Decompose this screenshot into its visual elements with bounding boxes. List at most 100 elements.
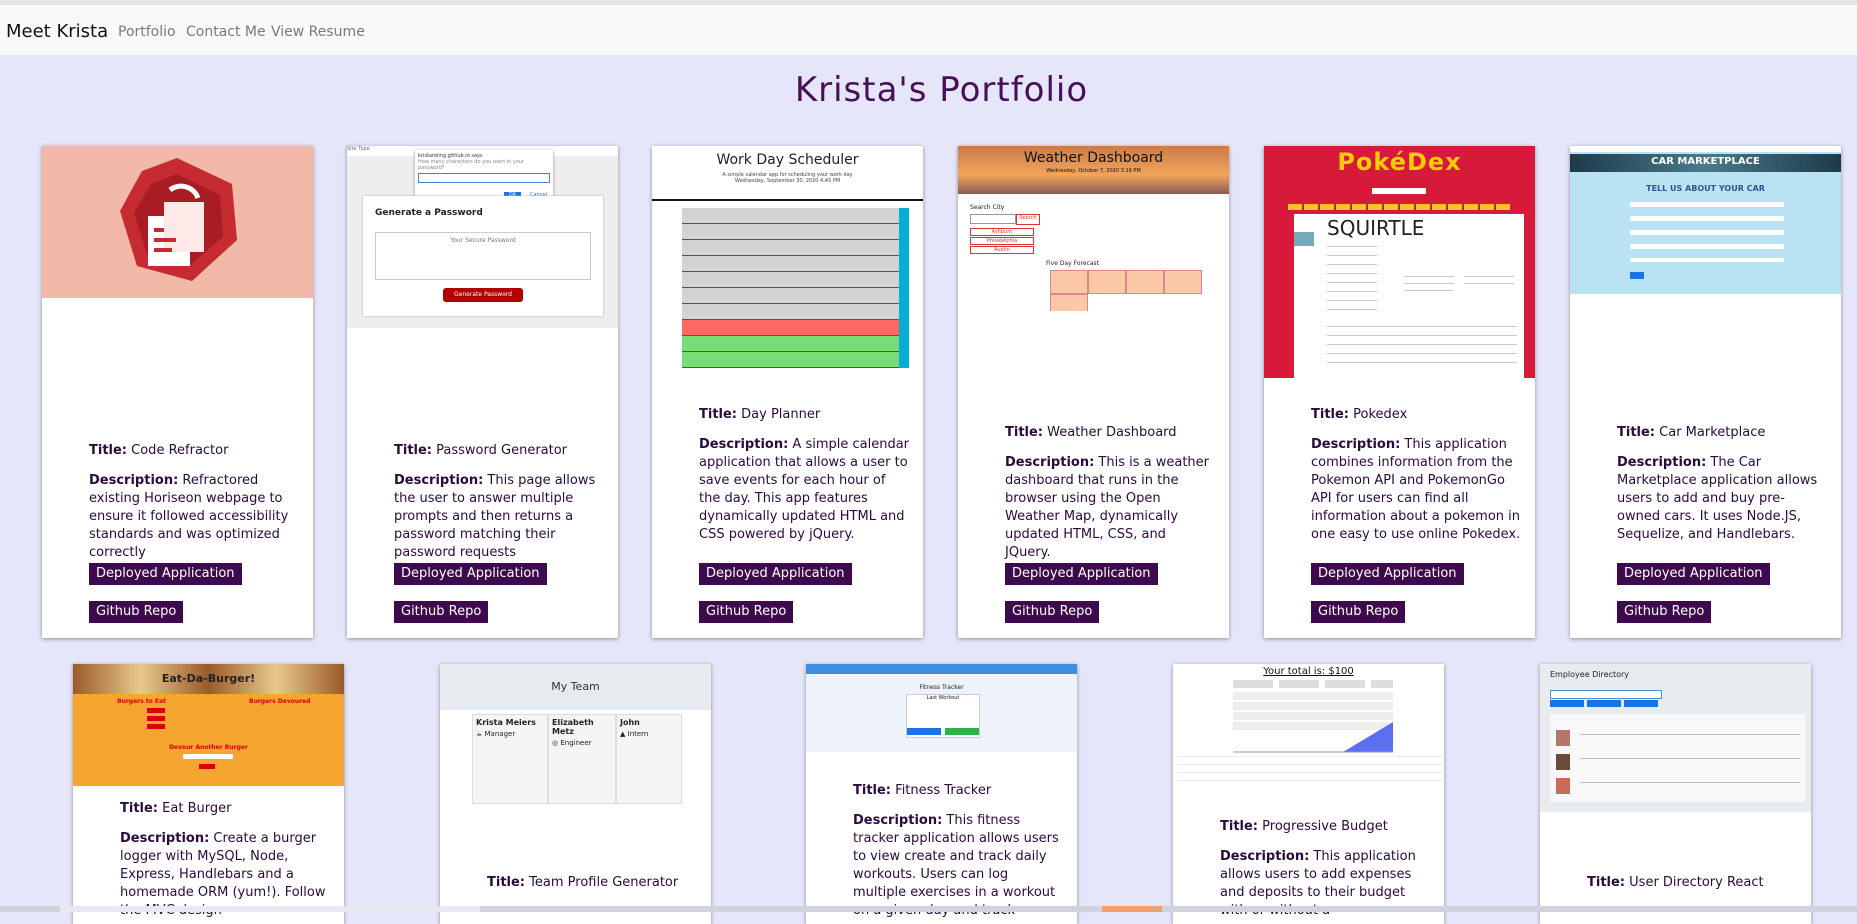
description-label: Description:	[699, 437, 789, 452]
github-repo-button[interactable]: Github Repo	[1311, 601, 1406, 623]
title-label: Title:	[1220, 819, 1259, 834]
project-card-eat-burger: Eat-Da-Burger! Burgers to Eat Burgers De…	[73, 664, 344, 924]
glasses-icon: ◎	[552, 739, 559, 747]
deployed-application-button[interactable]: Deployed Application	[1005, 563, 1158, 585]
code-refractor-logo	[120, 158, 237, 281]
deployed-application-button[interactable]: Deployed Application	[89, 563, 242, 585]
project-title: Pokedex	[1353, 407, 1408, 422]
nav-link-resume[interactable]: View Resume	[271, 24, 365, 40]
project-description: A simple calendar application that allow…	[699, 437, 910, 542]
github-repo-button[interactable]: Github Repo	[1005, 601, 1100, 623]
description-label: Description:	[120, 831, 210, 846]
project-card-password-generator: Site Type kristaroling.github.io says Ho…	[347, 146, 618, 638]
thumb-sub: Last Workout	[926, 695, 960, 701]
thumb-heading: Weather Dashboard	[1023, 150, 1164, 166]
description-label: Description:	[394, 473, 484, 488]
github-repo-button[interactable]: Github Repo	[699, 601, 794, 623]
description-label: Description:	[1311, 437, 1401, 452]
thumb-member-role: Intern	[627, 730, 649, 738]
project-title: Code Refractor	[131, 443, 229, 458]
thumb-total: Your total is: $100	[1263, 666, 1354, 677]
graduate-icon: ▲	[620, 730, 626, 738]
project-title: User Directory React	[1629, 875, 1764, 890]
deployed-application-button[interactable]: Deployed Application	[394, 563, 547, 585]
project-thumbnail: Fitness Tracker Last Workout	[806, 664, 1077, 752]
thumb-city: Ashburn	[970, 228, 1034, 236]
project-description: This is a weather dashboard that runs in…	[1005, 455, 1210, 560]
project-title: Team Profile Generator	[529, 875, 679, 890]
project-title: Weather Dashboard	[1047, 425, 1177, 440]
thumb-member-role: Engineer	[560, 739, 592, 747]
project-thumbnail: PokéDex SQUIRTLE	[1264, 146, 1535, 378]
thumb-left-col: Burgers to Eat	[117, 698, 166, 705]
thumb-member-name: John	[620, 718, 640, 727]
thumb-heading: Generate a Password	[375, 208, 483, 218]
thumb-placeholder: Your Secure Password	[375, 232, 591, 280]
title-label: Title:	[89, 443, 128, 458]
thumb-sub: TELL US ABOUT YOUR CAR	[1646, 184, 1765, 193]
project-title: Progressive Budget	[1262, 819, 1388, 834]
github-repo-button[interactable]: Github Repo	[394, 601, 489, 623]
project-card-weather-dashboard: Weather Dashboard Wednesday, October 7, …	[958, 146, 1229, 638]
project-card-day-planner: Work Day Scheduler A simple calendar app…	[652, 146, 923, 638]
thumb-date: Wednesday, October 7, 2020 3:19 PM	[1046, 168, 1141, 174]
thumb-heading: My Team	[551, 680, 600, 693]
nav-link-portfolio[interactable]: Portfolio	[118, 24, 176, 40]
deployed-application-button[interactable]: Deployed Application	[1311, 563, 1464, 585]
project-thumbnail: Your total is: $100	[1173, 664, 1444, 788]
title-label: Title:	[120, 801, 159, 816]
deployed-application-button[interactable]: Deployed Application	[1617, 563, 1770, 585]
project-title: Password Generator	[436, 443, 568, 458]
project-description: This fitness tracker application allows …	[853, 813, 1059, 918]
title-label: Title:	[487, 875, 526, 890]
deployed-application-button[interactable]: Deployed Application	[699, 563, 852, 585]
thumb-member-name: Krista Meiers	[476, 718, 536, 727]
title-label: Title:	[1617, 425, 1656, 440]
project-card-pokedex: PokéDex SQUIRTLE Title: Pokedex Descript…	[1264, 146, 1535, 638]
thumb-forecast-label: Five Day Forecast	[1046, 260, 1099, 267]
project-title: Fitness Tracker	[895, 783, 992, 798]
nav-brand[interactable]: Meet Krista	[6, 21, 108, 42]
thumb-search-btn: Search	[1016, 214, 1040, 225]
description-label: Description:	[89, 473, 179, 488]
thumb-member-role: Manager	[484, 730, 516, 738]
thumb-heading: Work Day Scheduler	[716, 152, 859, 168]
thumb-devour: Devour Another Burger	[169, 744, 248, 751]
title-label: Title:	[699, 407, 738, 422]
project-thumbnail: CAR MARKETPLACE TELL US ABOUT YOUR CAR	[1570, 146, 1841, 294]
budget-chart	[1233, 722, 1393, 753]
thumb-logo: PokéDex	[1337, 148, 1462, 176]
thumb-member-name: Elizabeth Metz	[552, 718, 594, 736]
thumb-heading: Fitness Tracker	[919, 684, 964, 691]
description-label: Description:	[1220, 849, 1310, 864]
nav-link-contact[interactable]: Contact Me	[186, 24, 266, 40]
horizontal-scrollbar[interactable]	[0, 906, 1857, 912]
project-card-car-marketplace: CAR MARKETPLACE TELL US ABOUT YOUR CAR T…	[1570, 146, 1841, 638]
thumb-heading: Employee Directory	[1550, 670, 1630, 679]
project-thumbnail: Work Day Scheduler A simple calendar app…	[652, 146, 923, 374]
title-label: Title:	[853, 783, 892, 798]
project-card-fitness-tracker: Fitness Tracker Last Workout Title: Fitn…	[806, 664, 1077, 924]
description-label: Description:	[853, 813, 943, 828]
github-repo-button[interactable]: Github Repo	[1617, 601, 1712, 623]
project-card-code-refractor: Title: Code Refractor Description: Refra…	[42, 146, 313, 638]
project-title: Car Marketplace	[1659, 425, 1766, 440]
thumb-button: Generate Password	[443, 288, 523, 302]
project-title: Eat Burger	[162, 801, 232, 816]
thumb-city: Philadelphia	[970, 237, 1034, 245]
page-title: Krista's Portfolio	[794, 70, 1089, 110]
project-thumbnail: Site Type kristaroling.github.io says Ho…	[347, 146, 618, 328]
project-thumbnail: Eat-Da-Burger! Burgers to Eat Burgers De…	[73, 664, 344, 786]
thumb-search-label: Search City	[970, 204, 1005, 211]
github-repo-button[interactable]: Github Repo	[89, 601, 184, 623]
description-label: Description:	[1617, 455, 1707, 470]
project-card-progressive-budget: Your total is: $100 Title: Progressive B…	[1173, 664, 1444, 924]
project-title: Day Planner	[741, 407, 821, 422]
project-card-team-profile-generator: My Team Krista Meiers ☕ Manager Elizabet…	[440, 664, 711, 924]
project-thumbnail: Employee Directory	[1540, 664, 1811, 812]
title-label: Title:	[394, 443, 433, 458]
coffee-icon: ☕	[476, 730, 483, 738]
title-label: Title:	[1005, 425, 1044, 440]
thumb-date: Wednesday, September 30, 2020 4:45 PM	[734, 178, 841, 184]
thumb-right-col: Burgers Devoured	[249, 698, 311, 705]
